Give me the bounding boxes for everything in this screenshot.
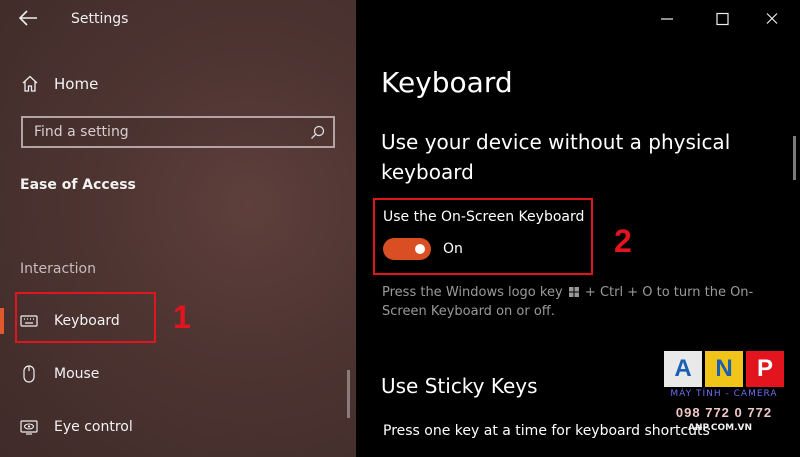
search-placeholder: Find a setting [34,124,129,140]
sidebar: Settings Home Find a setting Ease of Acc… [0,0,356,457]
anp-watermark-logo: A N P MÁY TÍNH - CAMERA 098 772 0 772 AN… [664,351,784,433]
logo-tagline: MÁY TÍNH - CAMERA [670,389,778,399]
page-title: Keyboard [381,66,513,99]
home-label: Home [54,75,99,93]
shortcut-description: Press the Windows logo key + Ctrl + O to… [382,283,787,321]
sidebar-item-label: Eye control [54,419,133,435]
section-heading-physical-keyboard: Use your device without a physical keybo… [381,130,731,184]
logo-website: ANP.COM.VN [688,423,752,433]
sidebar-item-label: Mouse [54,366,100,382]
group-label: Interaction [20,261,96,277]
annotation-box-1 [15,292,156,343]
mouse-icon [23,365,35,383]
annotation-number-1: 1 [173,299,191,335]
search-input[interactable]: Find a setting [21,116,335,148]
main-scrollbar[interactable] [793,136,796,180]
windows-logo-icon [568,287,579,297]
home-icon [22,75,38,92]
annotation-box-2 [373,198,593,275]
description-text-1: Press the Windows logo key [382,285,563,300]
logo-letter-n: N [705,351,743,387]
maximize-icon[interactable] [711,10,733,28]
sidebar-item-mouse[interactable]: Mouse [20,359,99,389]
active-indicator [0,308,4,334]
minimize-icon[interactable] [656,10,678,28]
eye-control-icon [20,420,38,435]
back-arrow-icon[interactable] [17,8,39,28]
close-icon[interactable] [761,10,783,28]
sidebar-item-eye-control[interactable]: Eye control [20,412,133,442]
logo-letter-a: A [664,351,702,387]
home-nav-item[interactable]: Home [20,71,320,97]
sidebar-scrollbar[interactable] [347,370,350,418]
app-title: Settings [71,11,129,27]
sticky-keys-description: Press one key at a time for keyboard sho… [383,423,710,439]
annotation-number-2: 2 [614,223,632,259]
search-icon[interactable] [310,125,325,140]
logo-phone: 098 772 0 772 [675,405,773,420]
logo-letter-p: P [746,351,784,387]
section-title: Ease of Access [20,177,136,193]
